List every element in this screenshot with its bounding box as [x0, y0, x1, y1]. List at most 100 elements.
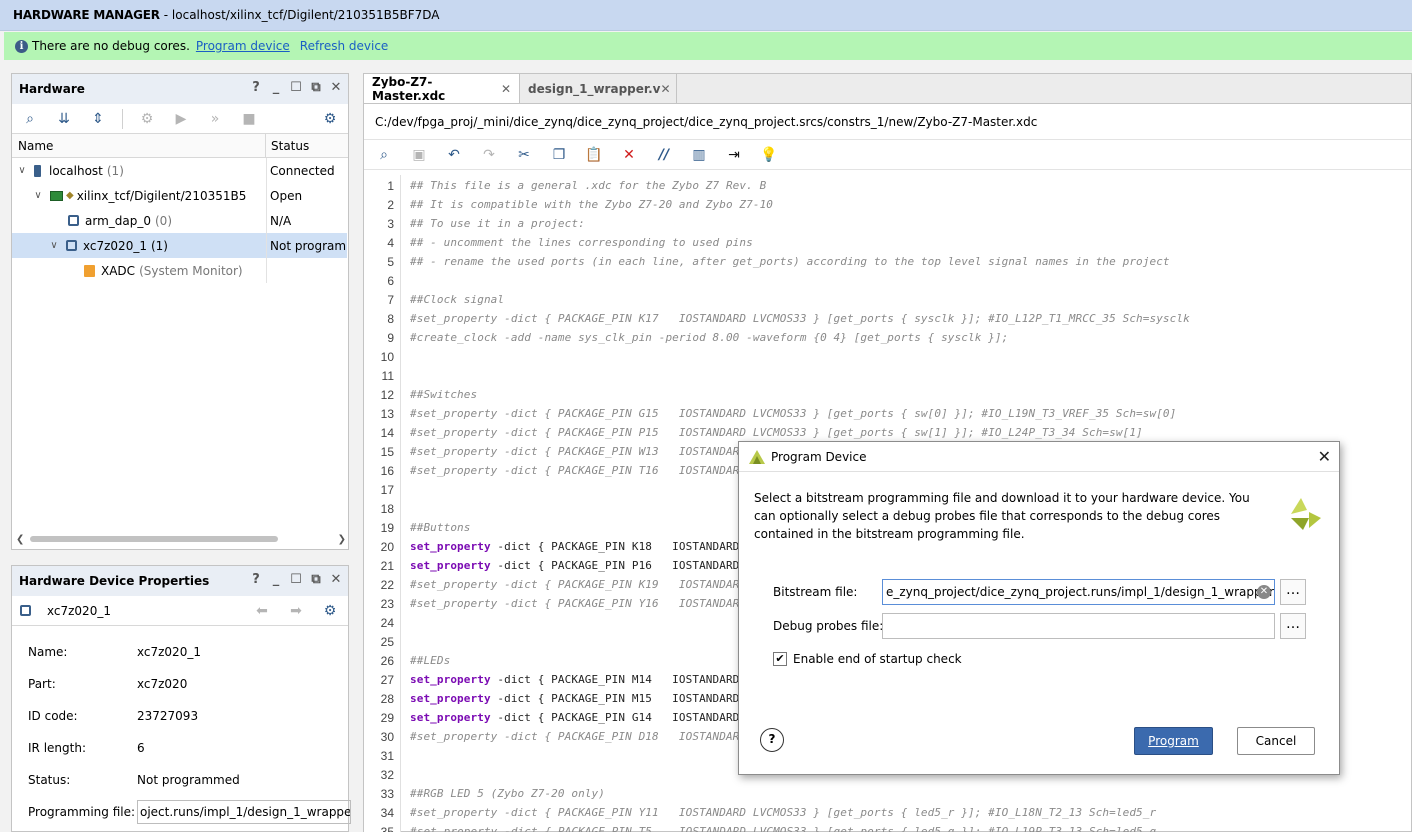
maximize-icon[interactable]: ☐ [290, 81, 302, 95]
tree-row-xadc[interactable]: XADC (System Monitor) [12, 258, 347, 283]
scroll-thumb[interactable] [30, 536, 279, 542]
cut-icon[interactable]: ✂ [514, 145, 534, 165]
lightbulb-icon[interactable]: 💡 [759, 145, 779, 165]
file-path: C:/dev/fpga_proj/_mini/dice_zynq/dice_zy… [364, 104, 1411, 140]
expand-all-icon[interactable]: ⇕ [88, 109, 108, 129]
indent-icon[interactable]: ⇥ [724, 145, 744, 165]
program-device-link[interactable]: Program device [196, 39, 290, 53]
clear-icon[interactable]: ✕ [1257, 585, 1271, 599]
prop-key: Name: [28, 645, 68, 659]
close-icon[interactable]: ✕ [501, 82, 511, 96]
hardware-panel-header: Hardware ? _ ☐ ⧉ ✕ [12, 74, 348, 104]
close-icon[interactable]: ✕ [1318, 447, 1331, 466]
search-icon[interactable]: ⌕ [374, 145, 394, 165]
chevron-down-icon[interactable]: ∨ [32, 190, 44, 201]
debug-probes-input[interactable] [882, 613, 1275, 639]
bitstream-file-input[interactable]: e_zynq_project/dice_zynq_project.runs/im… [882, 579, 1275, 605]
line-number: 30 [380, 730, 394, 744]
tree-header: Name Status [12, 134, 348, 158]
comment-icon[interactable]: // [654, 145, 674, 165]
line-number: 28 [380, 692, 394, 706]
close-icon[interactable]: ✕ [330, 81, 342, 95]
float-icon[interactable]: ⧉ [310, 573, 322, 587]
row-status: N/A [266, 208, 347, 233]
line-number: 22 [380, 578, 394, 592]
checkbox-icon[interactable]: ✔ [773, 652, 787, 666]
line-number: 6 [387, 274, 394, 288]
line-number: 5 [387, 255, 394, 269]
bitstream-label: Bitstream file: [773, 585, 858, 599]
close-icon[interactable]: ✕ [330, 573, 342, 587]
undo-icon[interactable]: ↶ [444, 145, 464, 165]
column-status[interactable]: Status [266, 139, 309, 153]
vivado-logo-icon [749, 449, 765, 464]
column-name[interactable]: Name [12, 134, 266, 157]
redo-icon[interactable]: ↷ [479, 145, 499, 165]
save-icon[interactable]: ▣ [409, 145, 429, 165]
panel-window-buttons: ? _ ☐ ⧉ ✕ [250, 573, 342, 587]
vivado-logo-icon [1291, 498, 1321, 530]
line-number: 20 [380, 540, 394, 554]
chevron-down-icon[interactable]: ∨ [16, 165, 28, 176]
paste-icon[interactable]: 📋 [584, 145, 604, 165]
tree-row-xc7z020[interactable]: ∨ xc7z020_1 (1) Not programmed [12, 233, 347, 258]
run-trigger-icon[interactable]: ▶ [171, 109, 191, 129]
forward-arrow-icon[interactable]: ➡ [286, 601, 306, 621]
tree-row-localhost[interactable]: ∨ localhost (1) Connected [12, 158, 347, 183]
programming-file-field[interactable]: oject.runs/impl_1/design_1_wrapper.bi [137, 800, 351, 824]
line-number: 1 [387, 179, 394, 193]
close-icon[interactable]: ✕ [660, 82, 670, 96]
code-line: set_property -dict { PACKAGE_PIN P16 IOS… [410, 559, 780, 572]
tree-row-arm-dap[interactable]: arm_dap_0 (0) N/A [12, 208, 347, 233]
tab-design-wrapper[interactable]: design_1_wrapper.v ✕ [520, 74, 677, 103]
editor-tabs: Zybo-Z7-Master.xdc ✕ design_1_wrapper.v … [364, 74, 1411, 104]
minimize-icon[interactable]: _ [270, 81, 282, 95]
help-icon[interactable]: ? [760, 728, 784, 752]
line-number: 34 [380, 806, 394, 820]
line-number: 16 [380, 464, 394, 478]
auto-connect-icon[interactable]: ⚙ [137, 109, 157, 129]
panel-window-buttons: ? _ ☐ ⧉ ✕ [250, 81, 342, 95]
float-icon[interactable]: ⧉ [310, 81, 322, 95]
search-icon[interactable]: ⌕ [20, 109, 40, 129]
row-name: arm_dap_0 [85, 213, 151, 228]
code-line: ## This file is a general .xdc for the Z… [410, 179, 767, 192]
startup-check[interactable]: ✔ Enable end of startup check [773, 652, 962, 666]
tree-row-target[interactable]: ∨ ◆ xilinx_tcf/Digilent/210351B5BF7DA Op… [12, 183, 347, 208]
scroll-left-icon[interactable]: ❮ [16, 534, 24, 545]
keyword: set_property [410, 711, 491, 724]
line-number: 25 [380, 635, 394, 649]
run-immediate-icon[interactable]: » [205, 109, 225, 129]
stop-icon[interactable]: ■ [239, 109, 259, 129]
columns-icon[interactable]: ▥ [689, 145, 709, 165]
prop-key: Part: [28, 677, 56, 691]
maximize-icon[interactable]: ☐ [290, 573, 302, 587]
scroll-right-icon[interactable]: ❯ [338, 534, 346, 545]
settings-gear-icon[interactable]: ⚙ [320, 109, 340, 129]
copy-icon[interactable]: ❐ [549, 145, 569, 165]
line-number: 2 [387, 198, 394, 212]
row-status: Connected [266, 158, 347, 183]
cancel-button[interactable]: Cancel [1237, 727, 1315, 755]
chevron-down-icon[interactable]: ∨ [48, 240, 60, 251]
code-line: ## - rename the used ports (in each line… [410, 255, 1170, 268]
back-arrow-icon[interactable]: ⬅ [252, 601, 272, 621]
refresh-device-link[interactable]: Refresh device [300, 39, 389, 53]
probes-browse-button[interactable]: … [1280, 613, 1306, 639]
bitstream-browse-button[interactable]: … [1280, 579, 1306, 605]
panel-title: Hardware [19, 82, 85, 96]
line-number: 4 [387, 236, 394, 250]
prop-row: Part: xc7z020 [28, 674, 187, 694]
code-line: ## To use it in a project: [410, 217, 585, 230]
delete-icon[interactable]: ✕ [619, 145, 639, 165]
minimize-icon[interactable]: _ [270, 573, 282, 587]
collapse-all-icon[interactable]: ⇊ [54, 109, 74, 129]
help-icon[interactable]: ? [250, 573, 262, 587]
horizontal-scrollbar[interactable]: ❮ ❯ [16, 533, 346, 545]
settings-gear-icon[interactable]: ⚙ [320, 601, 340, 621]
code-line: ## - uncomment the lines corresponding t… [410, 236, 753, 249]
prop-value: Not programmed [137, 773, 240, 787]
program-button[interactable]: Program [1134, 727, 1213, 755]
help-icon[interactable]: ? [250, 81, 262, 95]
tab-zybo-xdc[interactable]: Zybo-Z7-Master.xdc ✕ [364, 74, 520, 103]
